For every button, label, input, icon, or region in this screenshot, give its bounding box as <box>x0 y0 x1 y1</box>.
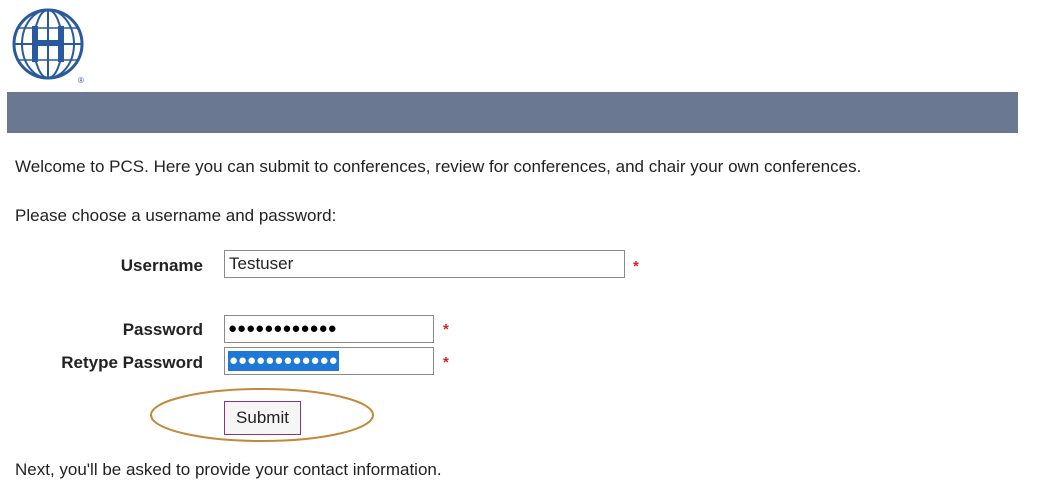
welcome-text: Welcome to PCS. Here you can submit to c… <box>15 157 862 176</box>
signup-page: ® Welcome to PCS. Here you can submit to… <box>0 0 1049 485</box>
retype-password-mask-selected: ●●●●●●●●●●●● <box>228 351 339 371</box>
globe-logo-icon: ® <box>12 8 84 85</box>
username-input[interactable] <box>224 250 625 278</box>
username-label: Username <box>120 256 203 275</box>
submit-button[interactable]: Submit <box>224 401 301 435</box>
required-marker: * <box>443 354 449 371</box>
password-label: Password <box>122 320 203 339</box>
required-marker: * <box>633 258 639 275</box>
next-step-text: Next, you'll be asked to provide your co… <box>15 460 442 479</box>
registered-mark: ® <box>78 76 84 85</box>
header-banner <box>7 92 1018 133</box>
required-marker: * <box>443 321 449 338</box>
password-mask: ●●●●●●●●●●●● <box>228 320 337 337</box>
retype-password-label: Retype Password <box>61 353 203 372</box>
site-logo[interactable]: ® <box>10 6 90 86</box>
instructions-text: Please choose a username and password: <box>15 206 337 225</box>
